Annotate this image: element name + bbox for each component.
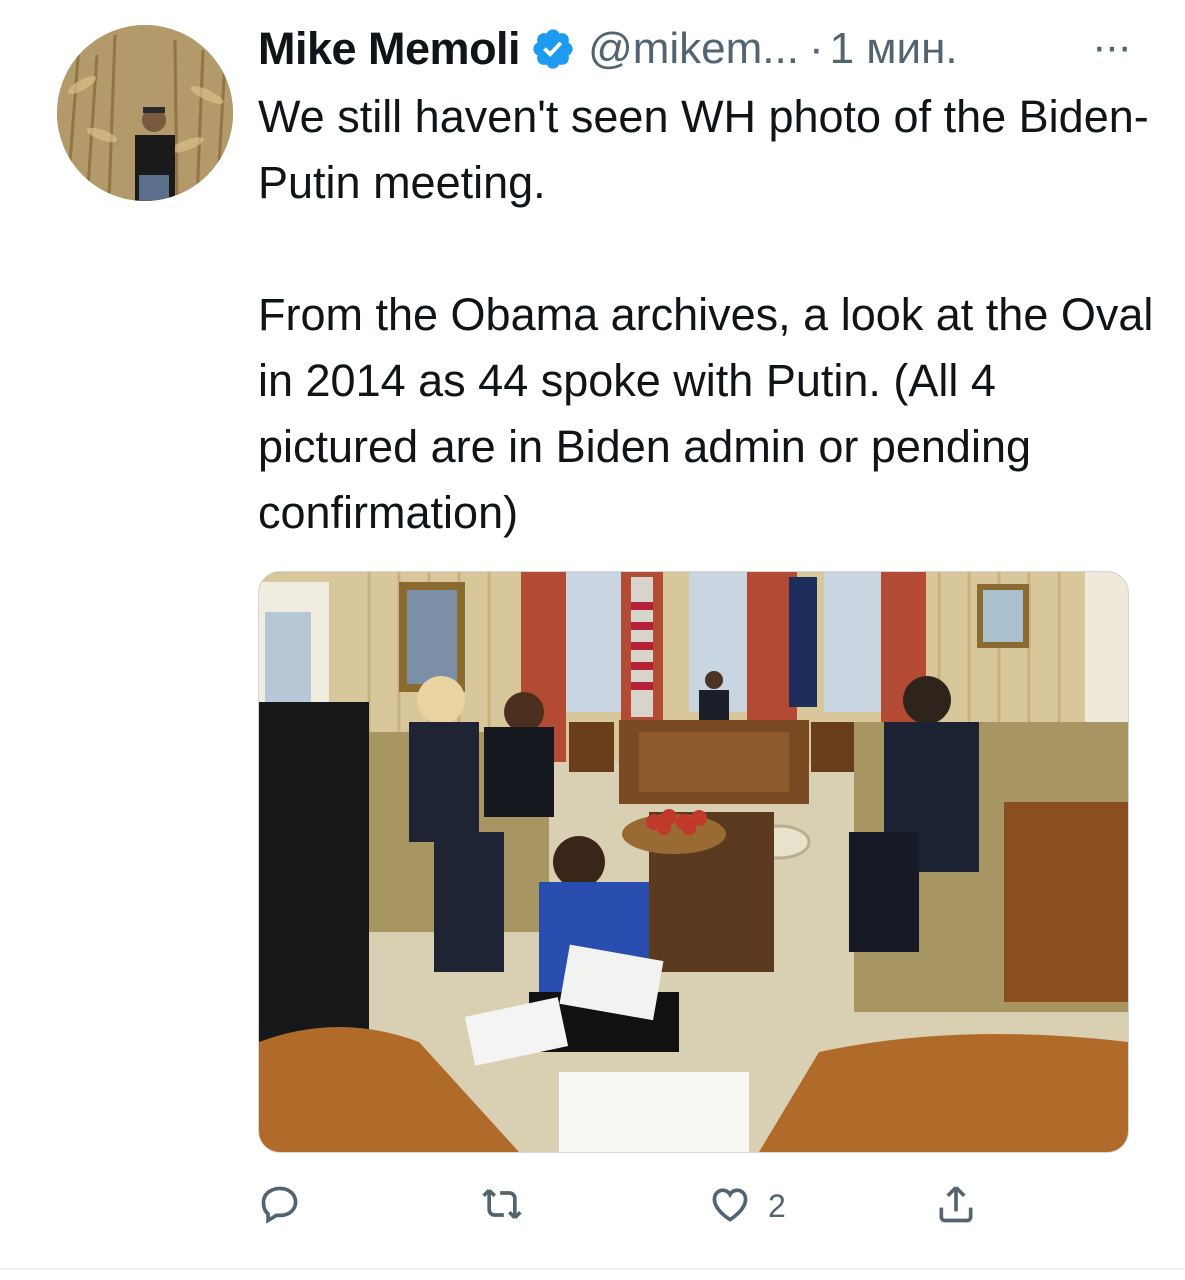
tweet-actions: 2 xyxy=(258,1176,1158,1236)
author-handle[interactable]: @mikem... xyxy=(588,24,799,74)
tweet-header: Mike Memoli @mikem... · 1 мин. ··· xyxy=(258,22,1138,76)
share-icon xyxy=(934,1182,978,1231)
separator-dot: · xyxy=(808,24,824,73)
tweet-text: We still haven't seen WH photo of the Bi… xyxy=(258,84,1158,546)
tweet-text-paragraph-1: We still haven't seen WH photo of the Bi… xyxy=(258,91,1149,208)
heart-icon xyxy=(708,1182,752,1231)
author-avatar[interactable] xyxy=(57,25,233,201)
retweet-button[interactable] xyxy=(480,1176,524,1236)
tweet-timestamp[interactable]: 1 мин. xyxy=(830,24,958,74)
tweet-card[interactable]: Mike Memoli @mikem... · 1 мин. ··· We st… xyxy=(0,0,1185,1268)
tweet-photo[interactable] xyxy=(258,571,1129,1153)
retweet-icon xyxy=(480,1182,524,1231)
tweet-text-paragraph-2: From the Obama archives, a look at the O… xyxy=(258,289,1154,538)
bottom-divider xyxy=(0,1268,1185,1270)
more-options-icon[interactable]: ··· xyxy=(1092,22,1132,72)
verified-badge-icon xyxy=(530,26,576,72)
like-button[interactable]: 2 xyxy=(708,1176,786,1236)
reply-button[interactable] xyxy=(258,1176,302,1236)
reply-icon xyxy=(258,1182,302,1231)
share-button[interactable] xyxy=(934,1176,978,1236)
author-name[interactable]: Mike Memoli xyxy=(258,23,521,75)
like-count: 2 xyxy=(768,1187,786,1224)
